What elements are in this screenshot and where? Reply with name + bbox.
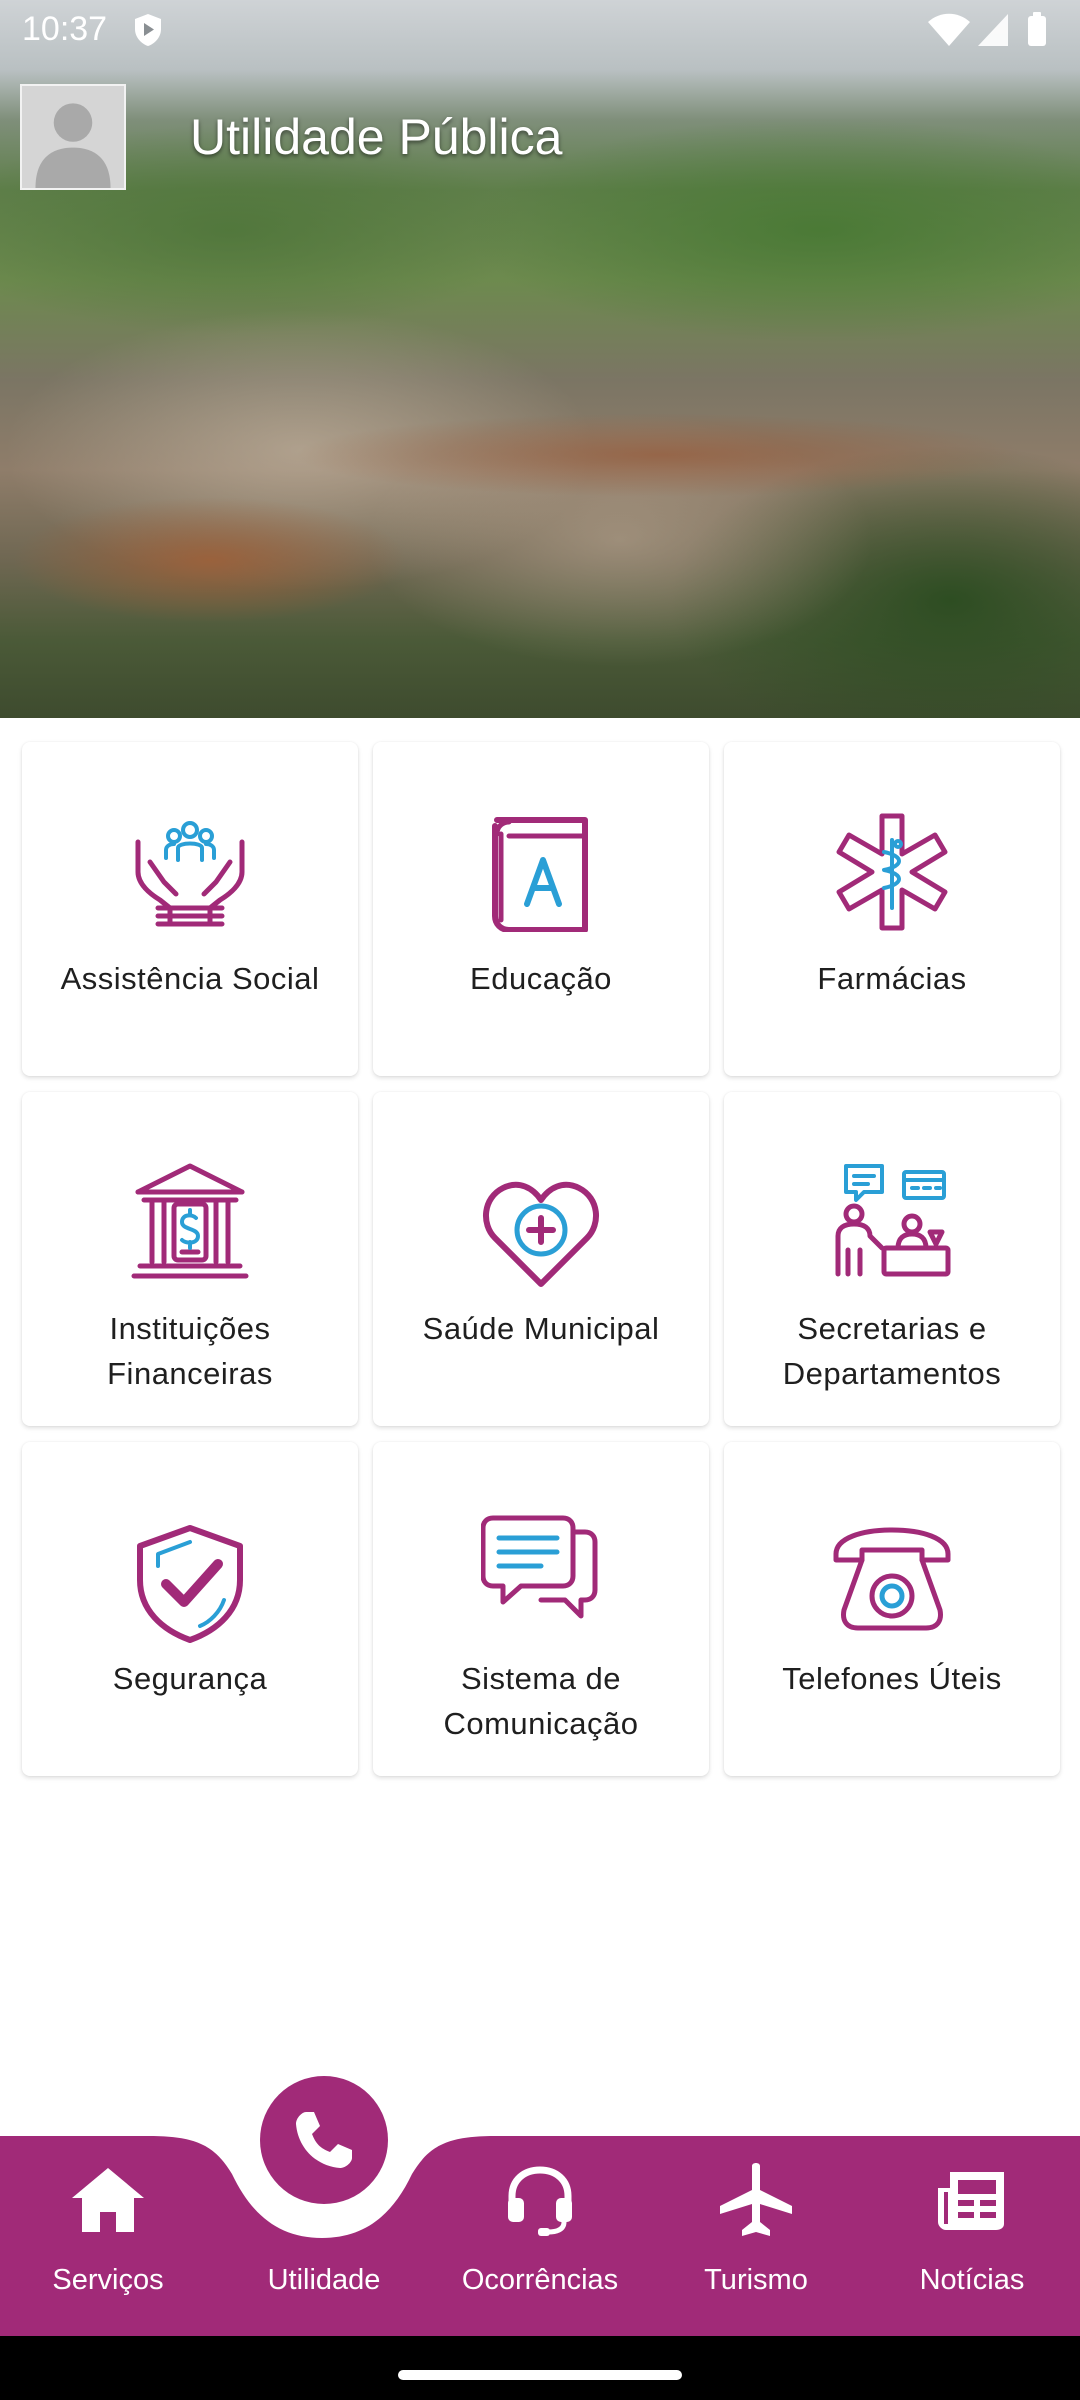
- status-bar: 10:37: [0, 0, 1080, 62]
- signal-icon: [978, 14, 1008, 46]
- home-gesture-handle[interactable]: [398, 2370, 682, 2380]
- nav-servicos[interactable]: Serviços: [0, 2130, 216, 2300]
- card-label: Assistência Social: [60, 961, 320, 996]
- nav-noticias[interactable]: Notícias: [864, 2130, 1080, 2300]
- shield-check-icon: [137, 1525, 243, 1643]
- card-secretarias-departamentos[interactable]: Secretarias e Departamentos: [724, 1092, 1060, 1426]
- card-label: Secretarias e Departamentos: [782, 1311, 1002, 1391]
- card-educacao[interactable]: Educação: [373, 742, 709, 1076]
- nav-label: Serviços: [52, 2264, 164, 2296]
- card-farmacias[interactable]: Farmácias: [724, 742, 1060, 1076]
- system-navigation-bar: [0, 2336, 1080, 2400]
- nav-label: Ocorrências: [461, 2264, 619, 2296]
- play-protect-icon: [135, 14, 161, 46]
- telephone-icon: [833, 1527, 951, 1631]
- nav-turismo[interactable]: Turismo: [648, 2130, 864, 2300]
- book-icon: [492, 817, 588, 932]
- wifi-icon: [928, 13, 970, 46]
- card-label: Sistema de Comunicação: [443, 1661, 639, 1741]
- newspaper-icon: [938, 2172, 1004, 2230]
- nav-label: Turismo: [704, 2264, 808, 2296]
- card-label: Segurança: [112, 1661, 268, 1696]
- card-saude-municipal[interactable]: Saúde Municipal: [373, 1092, 709, 1426]
- card-label: Saúde Municipal: [422, 1311, 660, 1346]
- nav-label: Utilidade: [267, 2264, 381, 2296]
- card-assistencia-social[interactable]: Assistência Social: [22, 742, 358, 1076]
- reception-desk-icon: [835, 1164, 951, 1277]
- card-telefones-uteis[interactable]: Telefones Úteis: [724, 1442, 1060, 1776]
- nav-ocorrencias[interactable]: Ocorrências: [432, 2130, 648, 2300]
- battery-icon: [1028, 16, 1046, 46]
- card-sistema-comunicacao[interactable]: Sistema de Comunicação: [373, 1442, 709, 1776]
- card-label: Educação: [470, 961, 612, 996]
- header-banner: 10:37 Utilidade Pública: [0, 0, 1080, 718]
- headset-icon: [508, 2166, 572, 2236]
- bank-icon: [131, 1163, 249, 1279]
- heart-plus-icon: [482, 1181, 600, 1287]
- star-of-life-icon: [836, 813, 948, 931]
- status-icons: [928, 12, 1046, 46]
- card-seguranca[interactable]: Segurança: [22, 1442, 358, 1776]
- chat-bubbles-icon: [481, 1515, 598, 1619]
- status-time: 10:37: [22, 10, 108, 48]
- card-label: Farmácias: [817, 961, 967, 996]
- nav-utilidade[interactable]: Utilidade: [216, 2130, 432, 2300]
- user-placeholder-icon: [22, 86, 124, 188]
- nav-label: Notícias: [919, 2264, 1025, 2296]
- avatar[interactable]: [20, 84, 126, 190]
- home-icon: [72, 2168, 144, 2232]
- card-label: Telefones Úteis: [782, 1661, 1002, 1696]
- airplane-icon: [720, 2163, 792, 2236]
- card-label: Instituições Financeiras: [107, 1311, 273, 1391]
- card-instituicoes-financeiras[interactable]: Instituições Financeiras: [22, 1092, 358, 1426]
- page-title: Utilidade Pública: [190, 109, 563, 165]
- hands-people-icon: [135, 821, 245, 927]
